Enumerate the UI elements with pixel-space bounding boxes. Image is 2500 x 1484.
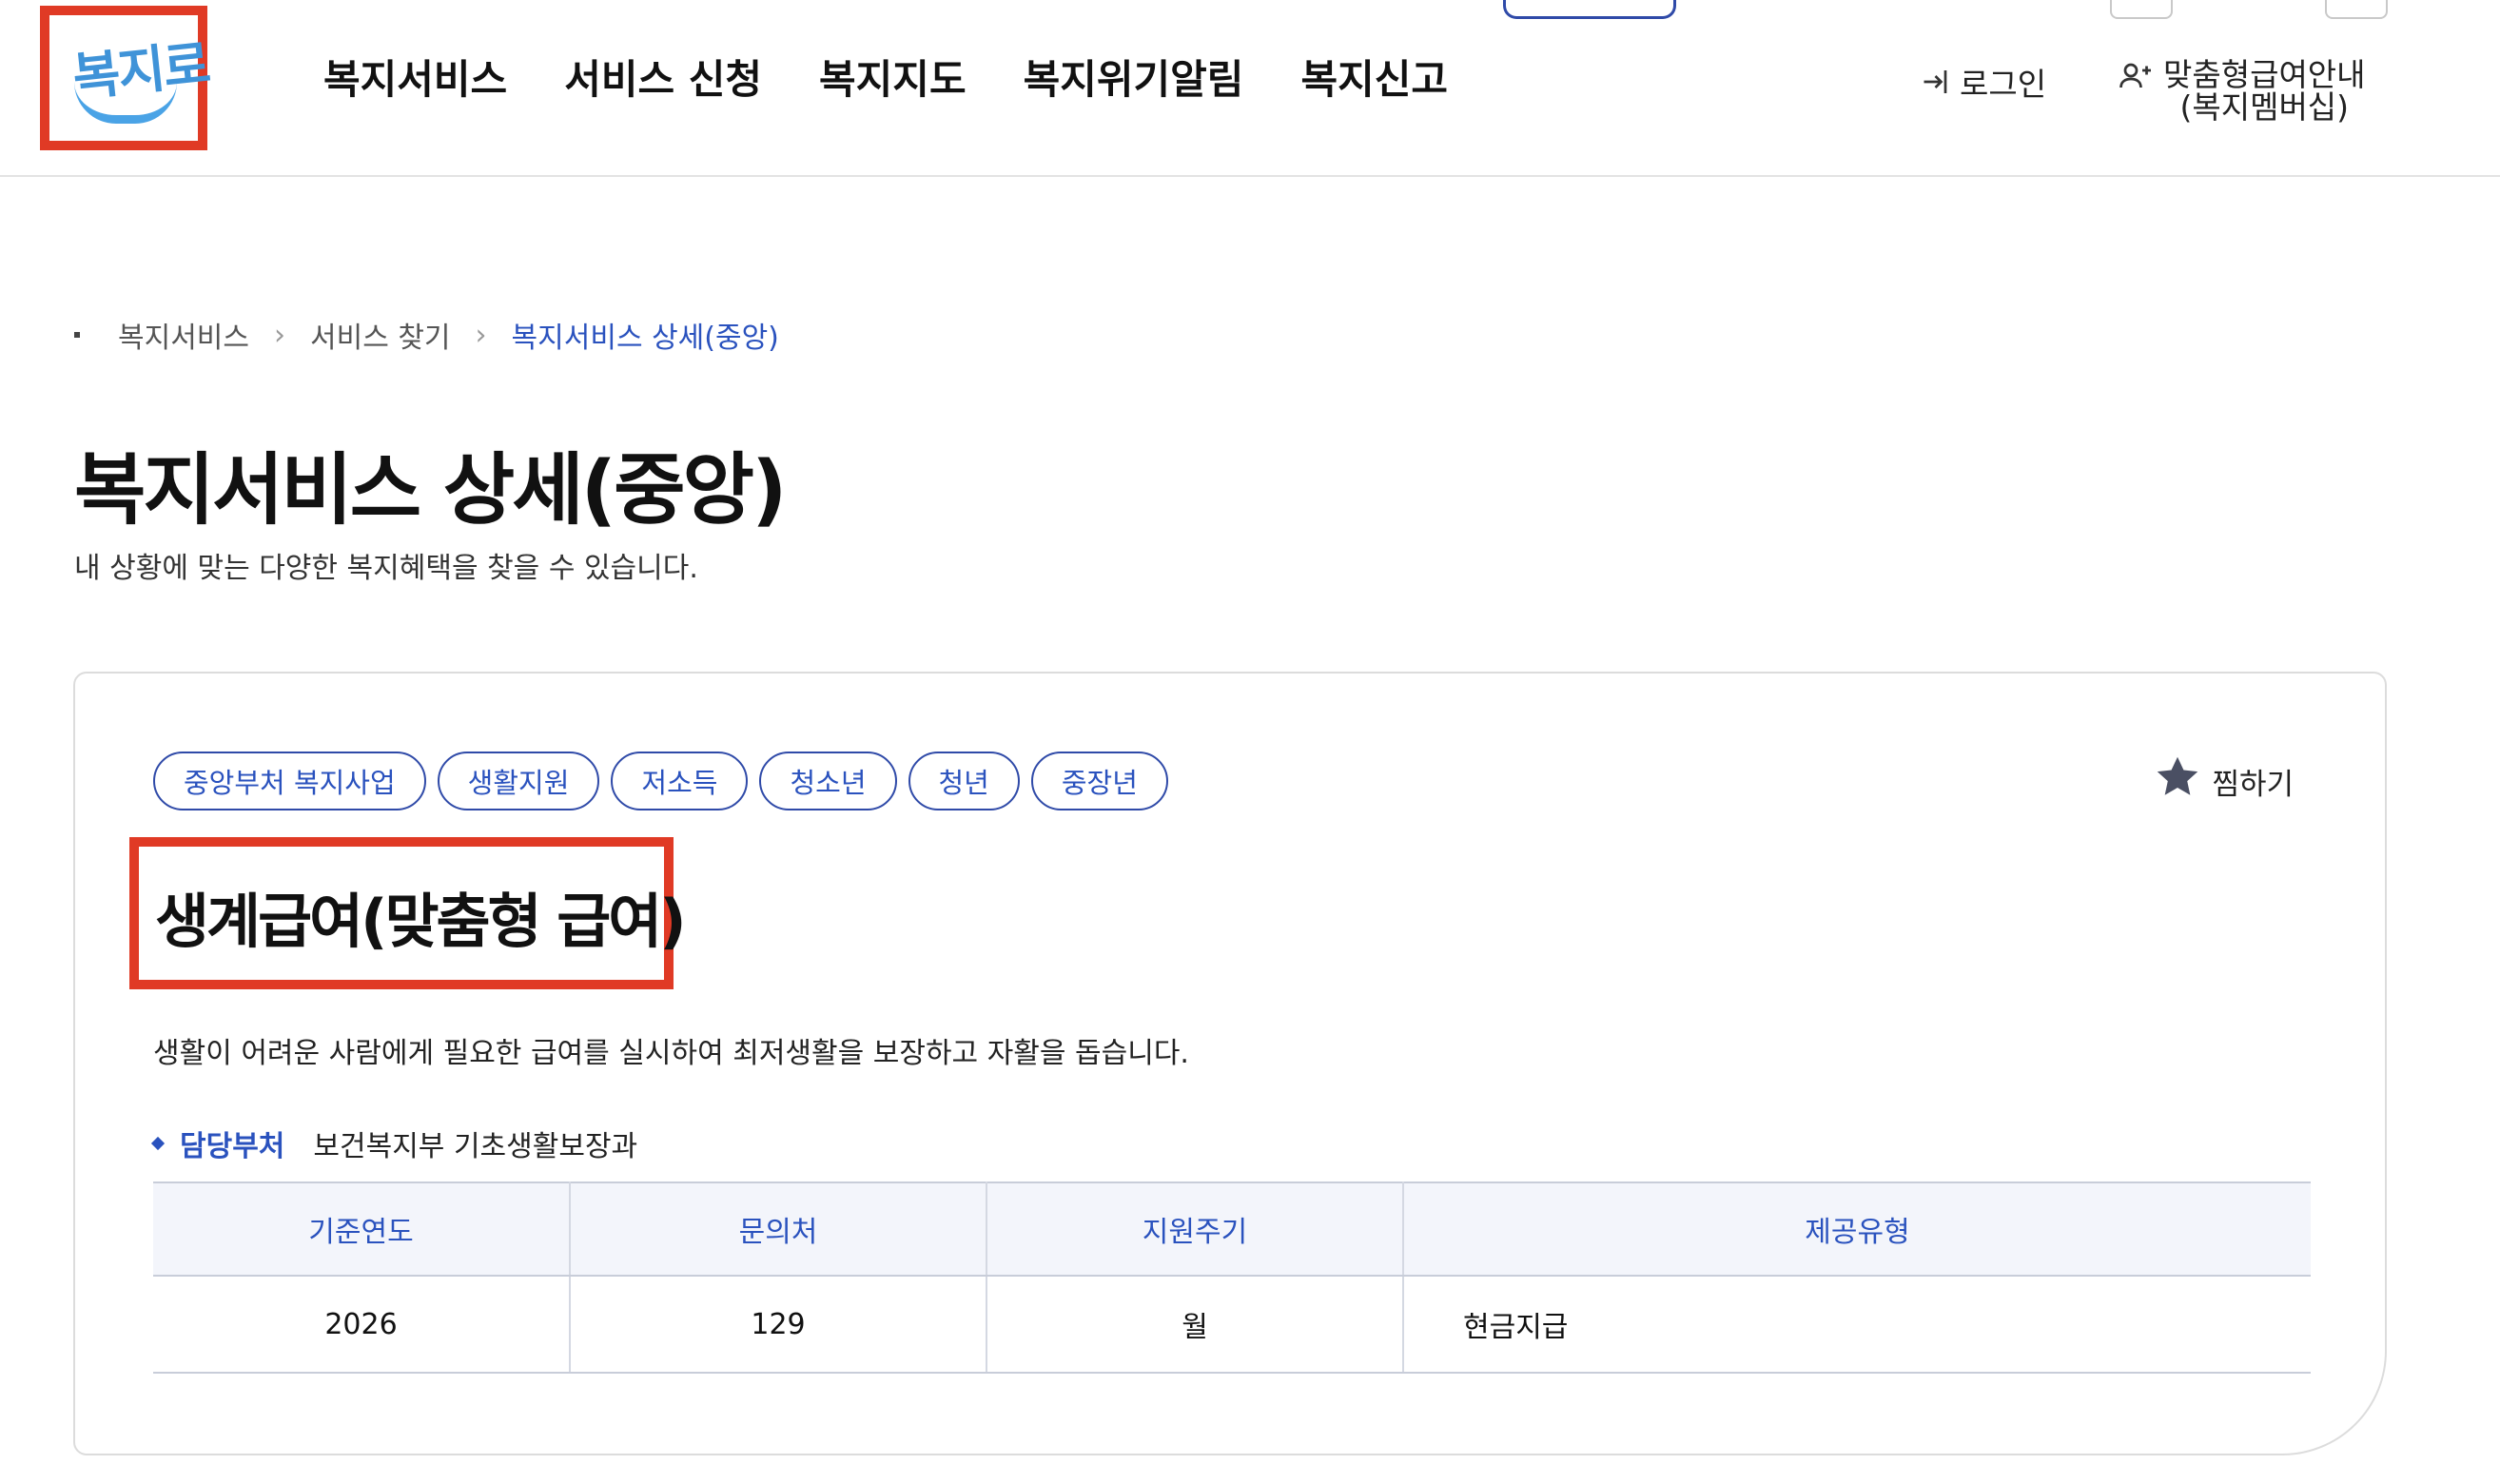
- service-description: 생활이 어려운 사람에게 필요한 급여를 실시하여 최저생활을 보장하고 자활을…: [153, 1037, 1189, 1070]
- service-info-table: 기준연도 문의처 지원주기 제공유형 2026 129 월 현금지급: [153, 1181, 2311, 1374]
- tag-central-ministry[interactable]: 중앙부처 복지사업: [153, 752, 426, 810]
- member-info-button[interactable]: 맞춤형급여안내 (복지멤버십): [2118, 59, 2366, 124]
- site-logo[interactable]: 복지로: [40, 6, 211, 150]
- cell-provision-type: 현금지급: [1403, 1276, 2311, 1374]
- login-button[interactable]: 로그인: [1920, 59, 2046, 105]
- top-util-button-2[interactable]: [2325, 0, 2388, 19]
- star-icon: [2153, 753, 2202, 809]
- department-info: 담당부처 보건복지부 기초생활보장과: [150, 1123, 638, 1164]
- header-provision-type: 제공유형: [1403, 1181, 2311, 1277]
- chevron-right-icon: ›: [475, 318, 487, 352]
- breadcrumb-item-current: 복지서비스 상세(중앙): [511, 322, 779, 355]
- member-info-line1: 맞춤형급여안내: [2163, 56, 2366, 93]
- breadcrumb: 복지서비스 › 서비스 찾기 › 복지서비스 상세(중앙): [74, 314, 779, 356]
- table-header-row: 기준연도 문의처 지원주기 제공유형: [153, 1181, 2311, 1277]
- site-header: 복지로 복지서비스 서비스 신청 복지지도 복지위기알림 복지신고 로그인 맞춤…: [0, 0, 2500, 177]
- cell-support-cycle: 월: [986, 1276, 1404, 1374]
- department-value: 보건복지부 기초생활보장과: [313, 1130, 638, 1163]
- service-title-highlight: 생계급여(맞춤형 급여): [129, 837, 687, 989]
- tag-middle-aged[interactable]: 중장년: [1030, 752, 1168, 810]
- nav-welfare-crisis-alert[interactable]: 복지위기알림: [1024, 48, 1244, 106]
- page-title: 복지서비스 상세(중앙): [74, 445, 787, 536]
- chevron-right-icon: ›: [274, 318, 285, 352]
- bookmark-label: 찜하기: [2212, 767, 2294, 802]
- top-search-button[interactable]: [1503, 0, 1676, 19]
- login-icon: [1920, 65, 1954, 99]
- nav-welfare-map[interactable]: 복지지도: [819, 48, 967, 106]
- top-util-button-1[interactable]: [2110, 0, 2173, 19]
- service-detail-card: 중앙부처 복지사업 생활지원 저소득 청소년 청년 중장년 찜하기 생계급여(맞…: [73, 672, 2387, 1455]
- diamond-bullet-icon: [150, 1136, 166, 1151]
- cell-base-year: 2026: [153, 1276, 571, 1374]
- tag-living-support[interactable]: 생활지원: [437, 752, 600, 810]
- logo-smile-icon: [74, 82, 177, 124]
- service-title: 생계급여(맞춤형 급여): [155, 887, 687, 956]
- login-label: 로그인: [1960, 66, 2047, 103]
- breadcrumb-item-service-search[interactable]: 서비스 찾기: [310, 314, 451, 356]
- service-tags: 중앙부처 복지사업 생활지원 저소득 청소년 청년 중장년: [153, 752, 1168, 810]
- user-plus-icon: [2118, 59, 2156, 93]
- nav-service-application[interactable]: 서비스 신청: [564, 48, 762, 106]
- main-navigation: 복지서비스 서비스 신청 복지지도 복지위기알림 복지신고: [323, 48, 1448, 106]
- tag-youth[interactable]: 청년: [908, 752, 1020, 810]
- page-description: 내 상황에 맞는 다양한 복지혜택을 찾을 수 있습니다.: [74, 552, 698, 585]
- breadcrumb-home-dot: [74, 332, 80, 338]
- member-info-label: 맞춤형급여안내 (복지멤버십): [2163, 59, 2366, 124]
- tag-low-income[interactable]: 저소득: [611, 752, 749, 810]
- bookmark-button[interactable]: 찜하기: [2153, 752, 2294, 810]
- breadcrumb-item-welfare-services[interactable]: 복지서비스: [118, 314, 249, 356]
- header-contact: 문의처: [570, 1181, 987, 1277]
- department-label: 담당부처: [180, 1130, 285, 1163]
- tag-adolescent[interactable]: 청소년: [759, 752, 897, 810]
- cell-contact: 129: [570, 1276, 987, 1374]
- nav-welfare-report[interactable]: 복지신고: [1300, 48, 1448, 106]
- header-base-year: 기준연도: [153, 1181, 571, 1277]
- member-info-line2: (복지멤버십): [2179, 88, 2350, 126]
- nav-welfare-services[interactable]: 복지서비스: [323, 48, 507, 106]
- header-support-cycle: 지원주기: [986, 1181, 1404, 1277]
- table-row: 2026 129 월 현금지급: [153, 1276, 2311, 1374]
